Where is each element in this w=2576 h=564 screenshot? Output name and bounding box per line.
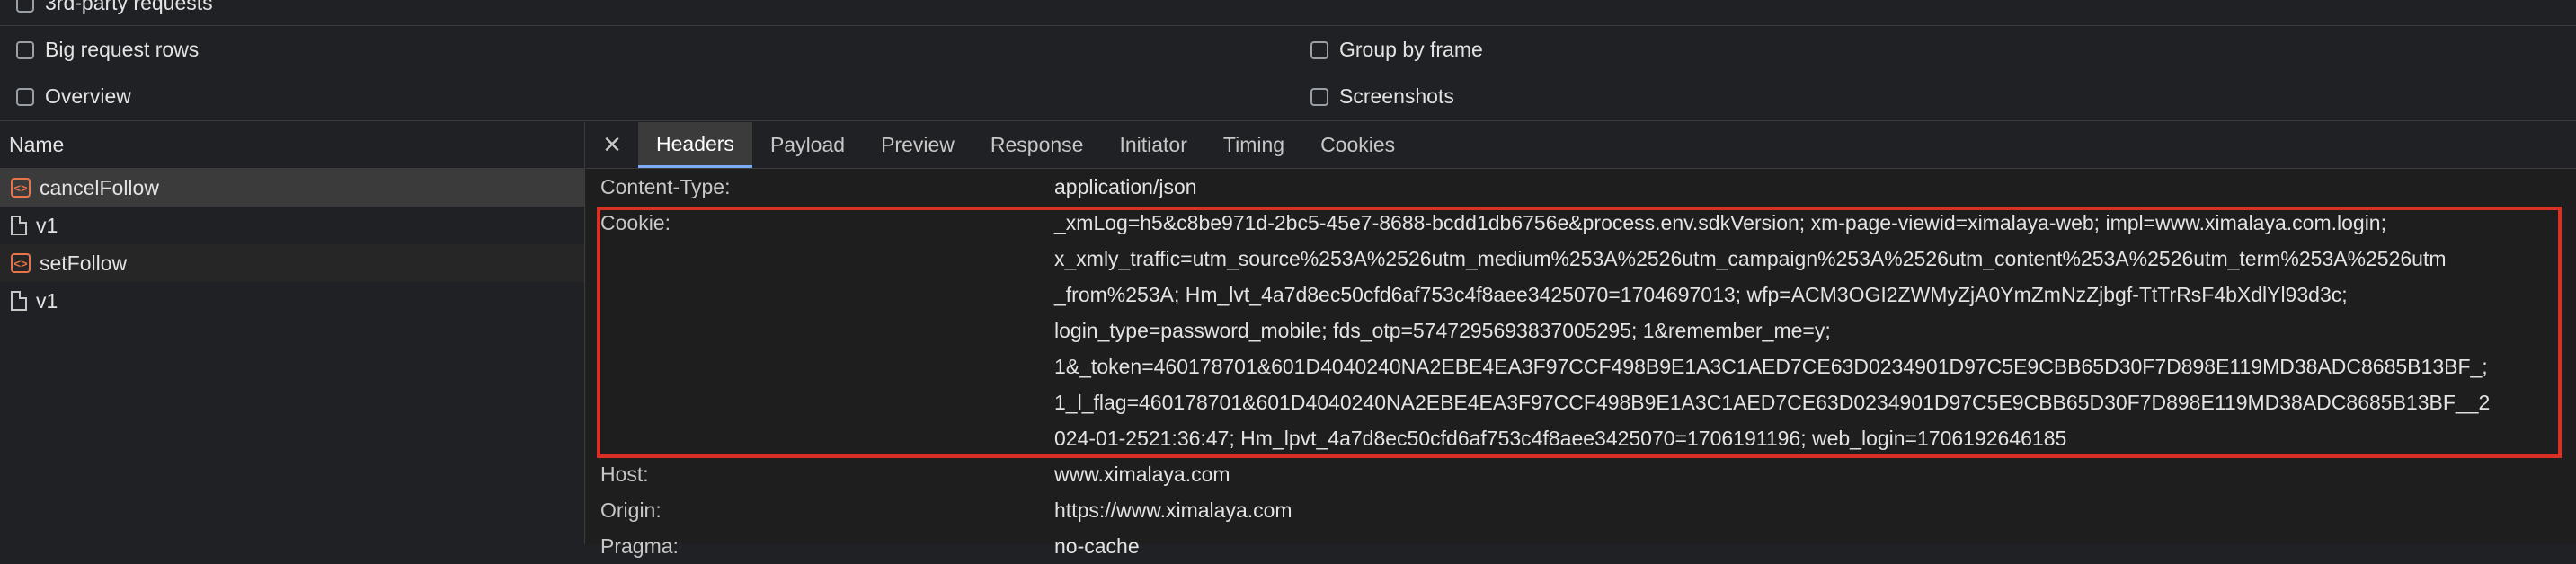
group-by-frame-label: Group by frame bbox=[1339, 38, 1483, 61]
header-name: Pragma: bbox=[600, 534, 679, 558]
request-row[interactable]: <> cancelFollow bbox=[0, 169, 584, 207]
cookie-line: _xmLog=h5&c8be971d-2bc5-45e7-8688-bcdd1d… bbox=[1054, 211, 2386, 234]
name-column-header[interactable]: Name bbox=[0, 122, 584, 169]
request-details-panel: × Headers Payload Preview Response Initi… bbox=[586, 122, 2576, 558]
cookie-line: 1&_token=460178701&601D4040240NA2EBE4EA3… bbox=[1054, 355, 2488, 378]
cookie-line: 024-01-2521:36:47; Hm_lpvt_4a7d8ec50cfd6… bbox=[1054, 427, 2067, 450]
third-party-requests-checkbox[interactable] bbox=[16, 0, 34, 13]
overview-checkbox[interactable] bbox=[16, 87, 34, 106]
details-tabbar: × Headers Payload Preview Response Initi… bbox=[586, 122, 2576, 169]
request-row[interactable]: <> setFollow bbox=[0, 244, 584, 282]
request-list-panel: Name <> cancelFollow v1 <> setFollow v1 bbox=[0, 122, 585, 544]
request-name: cancelFollow bbox=[40, 175, 159, 199]
screenshots-label: Screenshots bbox=[1339, 84, 1454, 108]
divider bbox=[0, 25, 2576, 26]
request-row[interactable]: v1 bbox=[0, 207, 584, 244]
divider bbox=[0, 120, 2576, 121]
request-name: v1 bbox=[36, 213, 58, 237]
header-name: Host: bbox=[600, 463, 649, 486]
document-icon bbox=[11, 291, 27, 311]
cookie-line: 1_l_flag=460178701&601D4040240NA2EBE4EA3… bbox=[1054, 391, 2491, 414]
xhr-icon: <> bbox=[11, 178, 31, 198]
header-value: https://www.ximalaya.com bbox=[1054, 492, 2551, 528]
xhr-icon: <> bbox=[11, 253, 31, 273]
name-column-label: Name bbox=[9, 133, 65, 156]
group-by-frame-option[interactable]: Group by frame bbox=[1310, 38, 1483, 62]
tab-initiator[interactable]: Initiator bbox=[1101, 122, 1204, 168]
document-icon bbox=[11, 216, 27, 235]
close-icon[interactable]: × bbox=[586, 122, 638, 168]
tab-response[interactable]: Response bbox=[973, 122, 1102, 168]
screenshots-option[interactable]: Screenshots bbox=[1310, 84, 1454, 109]
big-request-rows-option[interactable]: Big request rows bbox=[16, 38, 199, 62]
request-name: setFollow bbox=[40, 251, 128, 275]
header-value-text: application/json bbox=[1054, 175, 1197, 198]
header-name: Cookie: bbox=[600, 211, 671, 234]
header-value: www.ximalaya.com bbox=[1054, 456, 2551, 492]
header-value-text: no-cache bbox=[1054, 534, 1140, 558]
tab-preview[interactable]: Preview bbox=[863, 122, 973, 168]
big-request-rows-label: Big request rows bbox=[45, 38, 200, 61]
header-value-text: https://www.ximalaya.com bbox=[1054, 498, 1292, 522]
tab-timing[interactable]: Timing bbox=[1205, 122, 1302, 168]
header-value-text: www.ximalaya.com bbox=[1054, 463, 1230, 486]
overview-option[interactable]: Overview bbox=[16, 84, 131, 109]
third-party-requests-label: 3rd-party requests bbox=[45, 0, 213, 14]
tab-cookies[interactable]: Cookies bbox=[1302, 122, 1413, 168]
header-value: application/json bbox=[1054, 169, 2551, 205]
request-row[interactable]: v1 bbox=[0, 282, 584, 320]
header-value: no-cache bbox=[1054, 528, 2551, 564]
group-by-frame-checkbox[interactable] bbox=[1310, 40, 1328, 59]
cookie-line: x_xmly_traffic=utm_source%253A%2526utm_m… bbox=[1054, 247, 2447, 270]
cookie-value: _xmLog=h5&c8be971d-2bc5-45e7-8688-bcdd1d… bbox=[1054, 205, 2551, 456]
big-request-rows-checkbox[interactable] bbox=[16, 40, 34, 59]
tab-payload[interactable]: Payload bbox=[752, 122, 863, 168]
header-name: Content-Type: bbox=[600, 175, 731, 198]
request-name: v1 bbox=[36, 288, 58, 313]
screenshots-checkbox[interactable] bbox=[1310, 87, 1328, 106]
header-name: Origin: bbox=[600, 498, 662, 522]
cookie-line: _from%253A; Hm_lvt_4a7d8ec50cfd6af753c4f… bbox=[1054, 283, 2348, 306]
overview-label: Overview bbox=[45, 84, 131, 108]
tab-headers[interactable]: Headers bbox=[638, 122, 752, 168]
cookie-line: login_type=password_mobile; fds_otp=5747… bbox=[1054, 319, 1831, 342]
third-party-requests-option[interactable]: 3rd-party requests bbox=[16, 0, 213, 15]
